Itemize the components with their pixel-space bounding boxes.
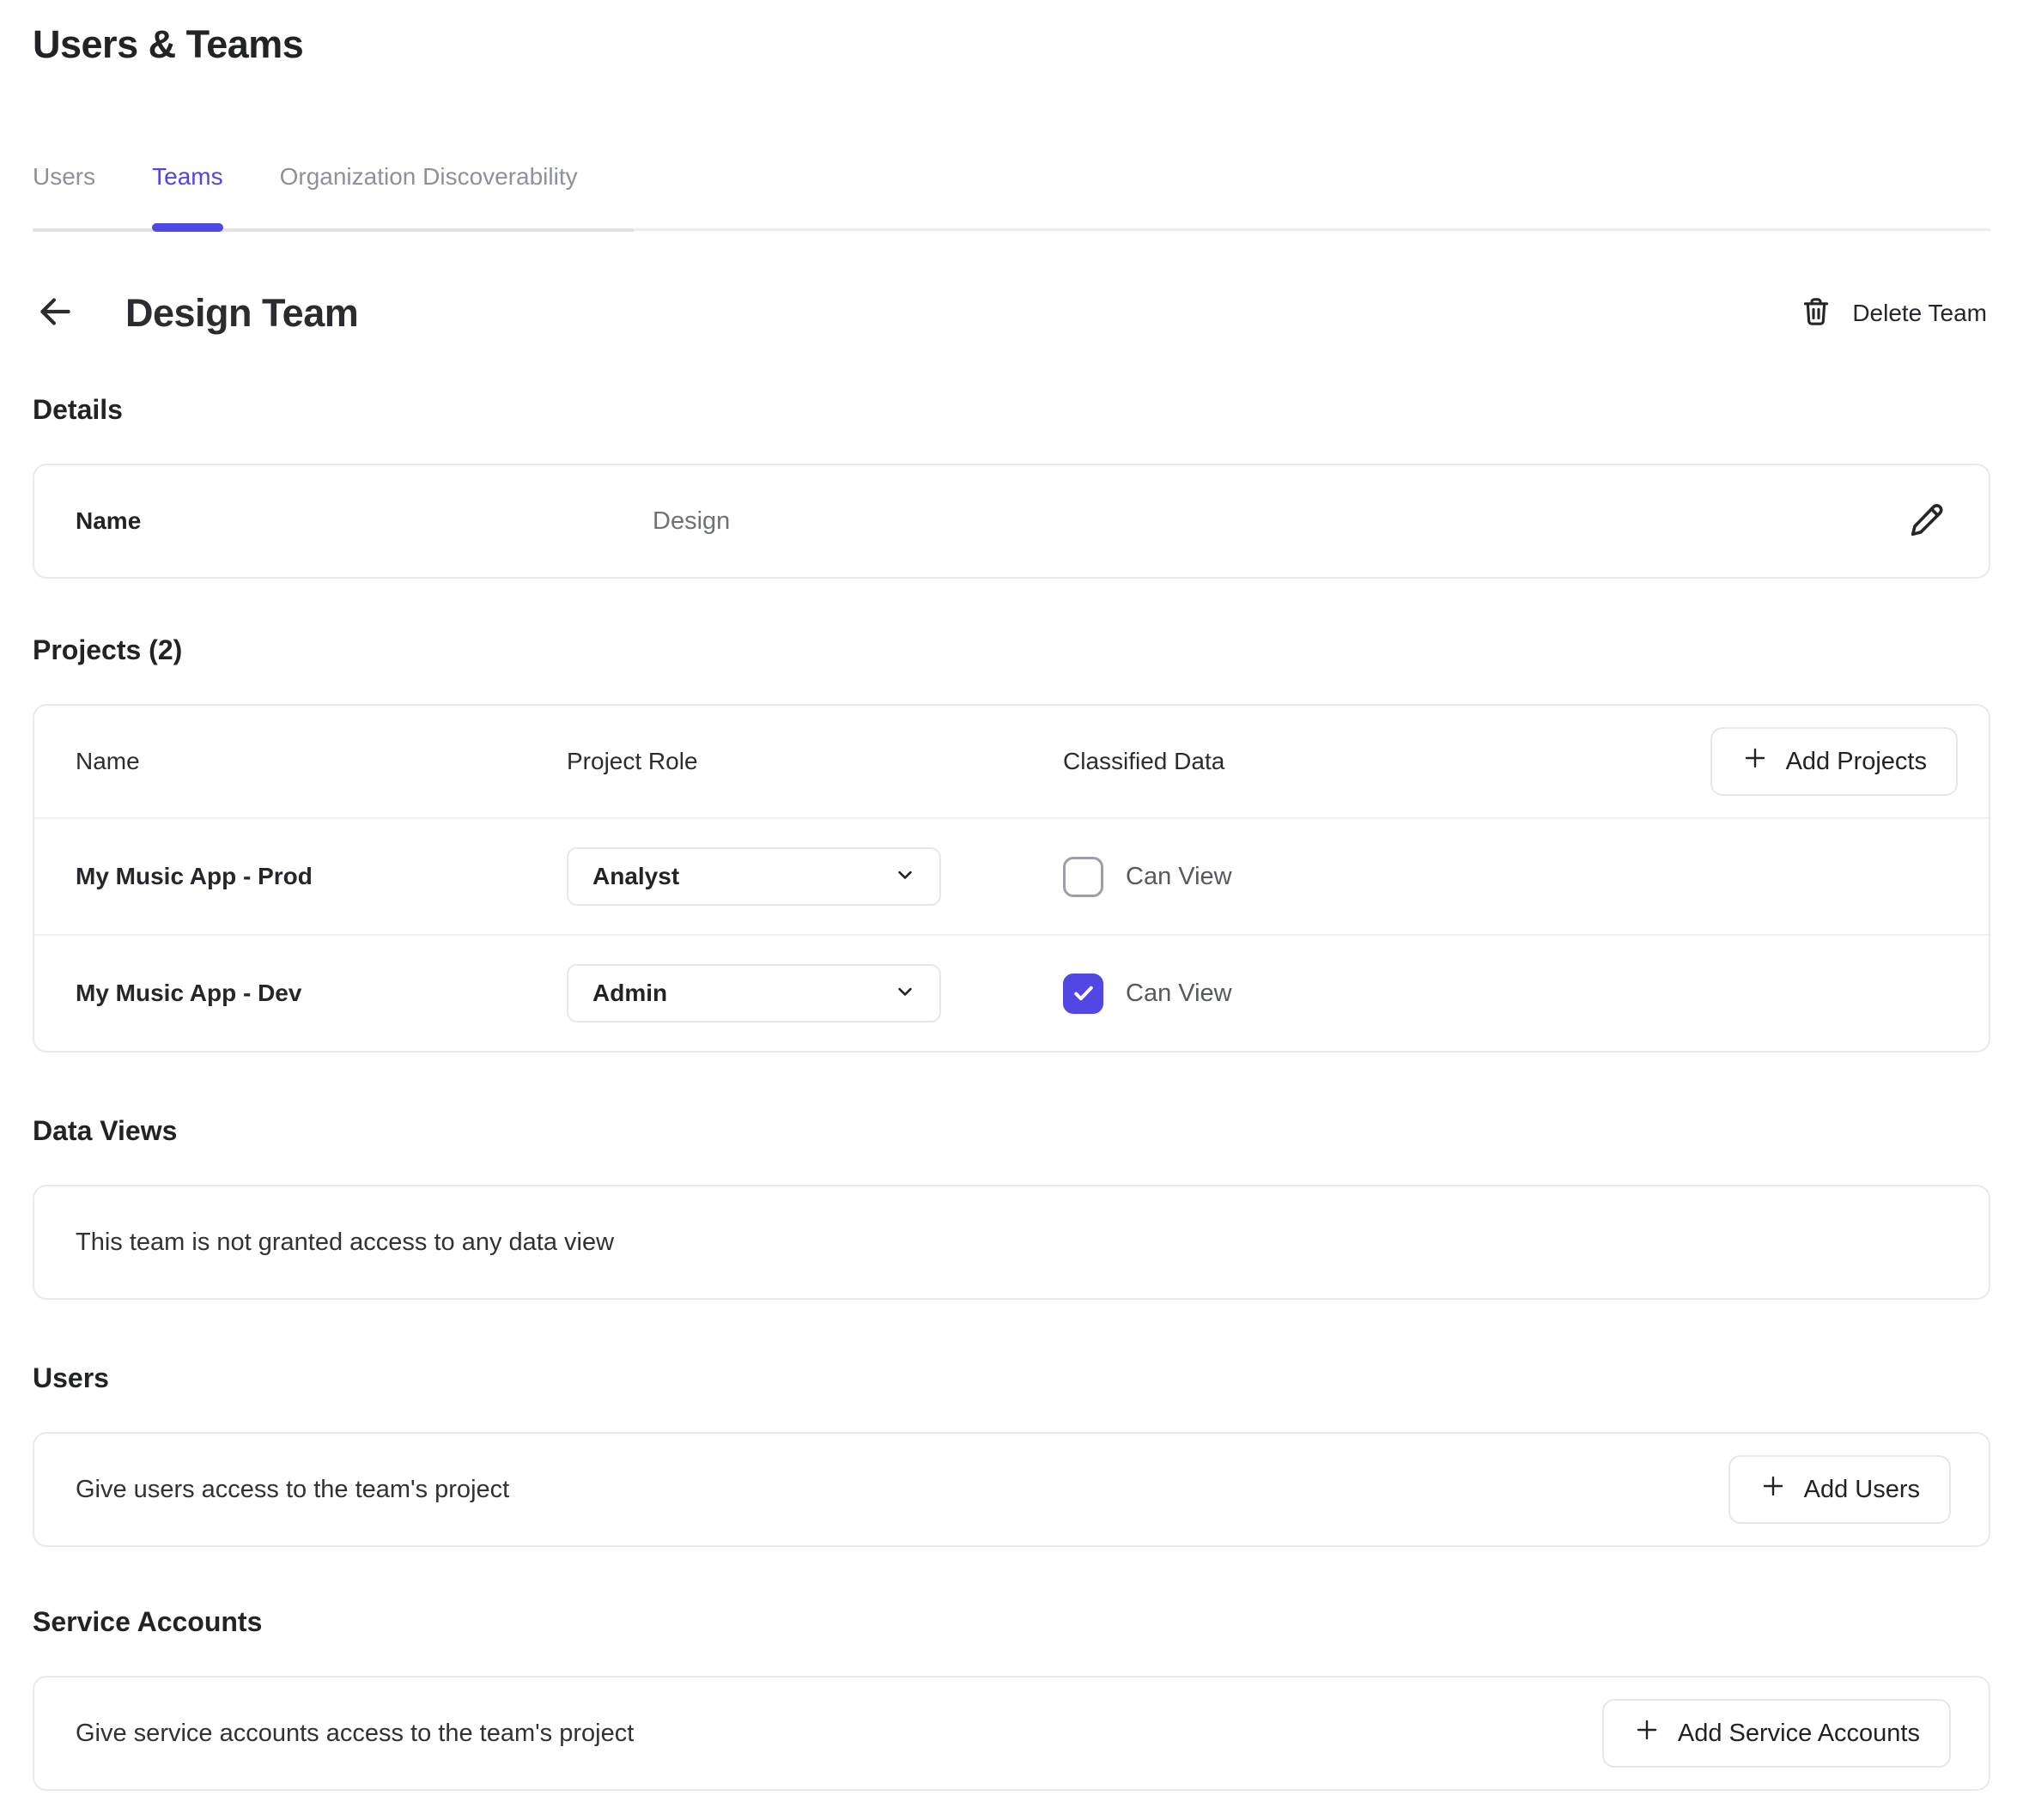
team-header: Design Team Delete Team — [33, 288, 1990, 338]
data-views-empty-text: This team is not granted access to any d… — [76, 1228, 614, 1257]
column-header-name: Name — [76, 748, 567, 775]
project-row-my-music-app-prod: My Music App - Prod Analyst — [34, 817, 1989, 934]
users-teams-page: Users & Teams Users Teams Organization D… — [0, 0, 2023, 1791]
service-accounts-description: Give service accounts access to the team… — [76, 1720, 634, 1748]
plus-icon — [1633, 1716, 1661, 1750]
page-title: Users & Teams — [33, 22, 1990, 67]
name-label: Name — [76, 507, 653, 535]
tab-bar: Users Teams Organization Discoverability — [33, 163, 1990, 228]
projects-table-header: Name Project Role Classified Data Add Pr… — [34, 706, 1989, 817]
trash-icon — [1799, 294, 1833, 333]
can-view-checkbox[interactable] — [1063, 974, 1103, 1014]
edit-name-button[interactable] — [1903, 497, 1951, 545]
project-row-my-music-app-dev: My Music App - Dev Admin Ca — [34, 934, 1989, 1051]
team-name-value: Design — [653, 507, 1903, 536]
team-title: Design Team — [125, 291, 358, 336]
projects-heading: Projects (2) — [33, 634, 1990, 666]
plus-icon — [1759, 1472, 1787, 1507]
can-view-label: Can View — [1126, 980, 1232, 1008]
tab-users[interactable]: Users — [33, 163, 95, 228]
data-views-card: This team is not granted access to any d… — [33, 1185, 1990, 1300]
delete-team-button[interactable]: Delete Team — [1795, 288, 1990, 340]
column-header-project-role: Project Role — [567, 748, 1063, 775]
project-name: My Music App - Dev — [76, 980, 567, 1007]
service-accounts-card: Give service accounts access to the team… — [33, 1676, 1990, 1791]
details-heading: Details — [33, 393, 1990, 426]
add-users-button[interactable]: Add Users — [1728, 1455, 1951, 1524]
users-heading: Users — [33, 1362, 1990, 1394]
chevron-down-icon — [893, 980, 917, 1008]
delete-team-label: Delete Team — [1852, 300, 1987, 327]
projects-card: Name Project Role Classified Data Add Pr… — [33, 704, 1990, 1053]
can-view-checkbox[interactable] — [1063, 857, 1103, 897]
project-role-select[interactable]: Admin — [567, 964, 941, 1022]
back-arrow-icon — [33, 290, 76, 337]
add-service-accounts-button[interactable]: Add Service Accounts — [1602, 1699, 1951, 1768]
users-description: Give users access to the team's project — [76, 1476, 509, 1504]
tab-teams[interactable]: Teams — [152, 163, 222, 228]
tab-divider — [33, 228, 1990, 232]
plus-icon — [1741, 744, 1769, 779]
column-header-classified-data: Classified Data — [1063, 748, 1710, 775]
service-accounts-heading: Service Accounts — [33, 1605, 1990, 1638]
data-views-heading: Data Views — [33, 1114, 1990, 1147]
pencil-icon — [1907, 500, 1947, 543]
add-projects-button[interactable]: Add Projects — [1710, 727, 1958, 796]
back-button[interactable] — [33, 291, 77, 336]
can-view-label: Can View — [1126, 863, 1232, 891]
project-role-select[interactable]: Analyst — [567, 847, 941, 906]
tab-organization-discoverability[interactable]: Organization Discoverability — [280, 163, 578, 228]
details-card: Name Design — [33, 464, 1990, 579]
chevron-down-icon — [893, 863, 917, 891]
users-card: Give users access to the team's project … — [33, 1432, 1990, 1547]
project-name: My Music App - Prod — [76, 863, 567, 890]
